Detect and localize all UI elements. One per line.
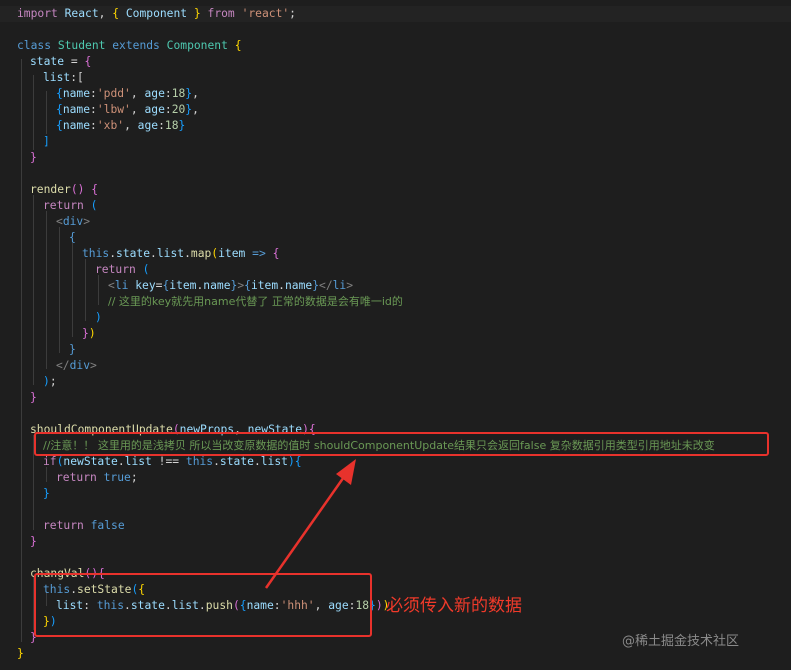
- code-line-div-close[interactable]: </div>: [56, 358, 97, 374]
- indent-guide: [46, 91, 47, 134]
- code-line-import[interactable]: import React, { Component } from 'react'…: [0, 6, 791, 22]
- code-line-map[interactable]: this.state.list.map(item => {: [82, 246, 279, 262]
- indent-guide: [21, 59, 22, 642]
- code-line-div-open[interactable]: <div>: [56, 214, 90, 230]
- code-line-comment[interactable]: // 这里的key就先用name代替了 正常的数据是会有唯一id的: [108, 294, 403, 310]
- code-line-jsx-brace[interactable]: {: [69, 230, 76, 246]
- code-line-return-true[interactable]: return true;: [56, 470, 138, 486]
- indent-guide: [98, 275, 99, 305]
- code-line-class[interactable]: class Student extends Component {: [17, 38, 242, 54]
- code-line-item[interactable]: {name:'pdd', age:18},: [56, 86, 199, 102]
- code-line-brace[interactable]: }: [30, 390, 37, 406]
- code-line-brace[interactable]: }: [17, 646, 24, 662]
- code-line-list[interactable]: list:[: [43, 70, 84, 86]
- code-line-paren[interactable]: );: [43, 374, 57, 390]
- code-line-brace[interactable]: }: [30, 534, 37, 550]
- watermark: @稀土掘金技术社区: [622, 634, 740, 649]
- indent-guide: [33, 195, 34, 385]
- code-line-paren[interactable]: ): [95, 310, 102, 326]
- code-line-return[interactable]: return (: [43, 198, 97, 214]
- code-editor[interactable]: import React, { Component } from 'react'…: [0, 0, 791, 670]
- code-line-bracket[interactable]: ]: [43, 134, 50, 150]
- code-line-map-close[interactable]: }): [82, 326, 96, 342]
- code-line-item[interactable]: {name:'xb', age:18}: [56, 118, 185, 134]
- indent-guide: [85, 259, 86, 321]
- indent-guide: [72, 243, 73, 337]
- code-line-render[interactable]: render() {: [30, 182, 98, 198]
- indent-guide: [33, 75, 34, 150]
- indent-guide: [46, 211, 47, 369]
- highlight-box-setstate: [34, 573, 372, 637]
- code-line-return-false[interactable]: return false: [43, 518, 125, 534]
- code-line-item[interactable]: {name:'lbw', age:20},: [56, 102, 199, 118]
- code-line-brace[interactable]: }: [30, 150, 37, 166]
- code-line-jsx-brace[interactable]: }: [69, 342, 76, 358]
- code-line-return[interactable]: return (: [95, 262, 149, 278]
- code-line-state[interactable]: state = {: [30, 54, 91, 70]
- code-line-if[interactable]: if(newState.list !== this.state.list){: [43, 454, 302, 470]
- code-line-brace[interactable]: }: [43, 486, 50, 502]
- indent-guide: [59, 227, 60, 353]
- annotation-text: 必须传入新的数据: [386, 596, 522, 616]
- code-line-li[interactable]: <li key={item.name}>{item.name}</li>: [108, 278, 353, 294]
- highlight-box-comment: [34, 432, 769, 456]
